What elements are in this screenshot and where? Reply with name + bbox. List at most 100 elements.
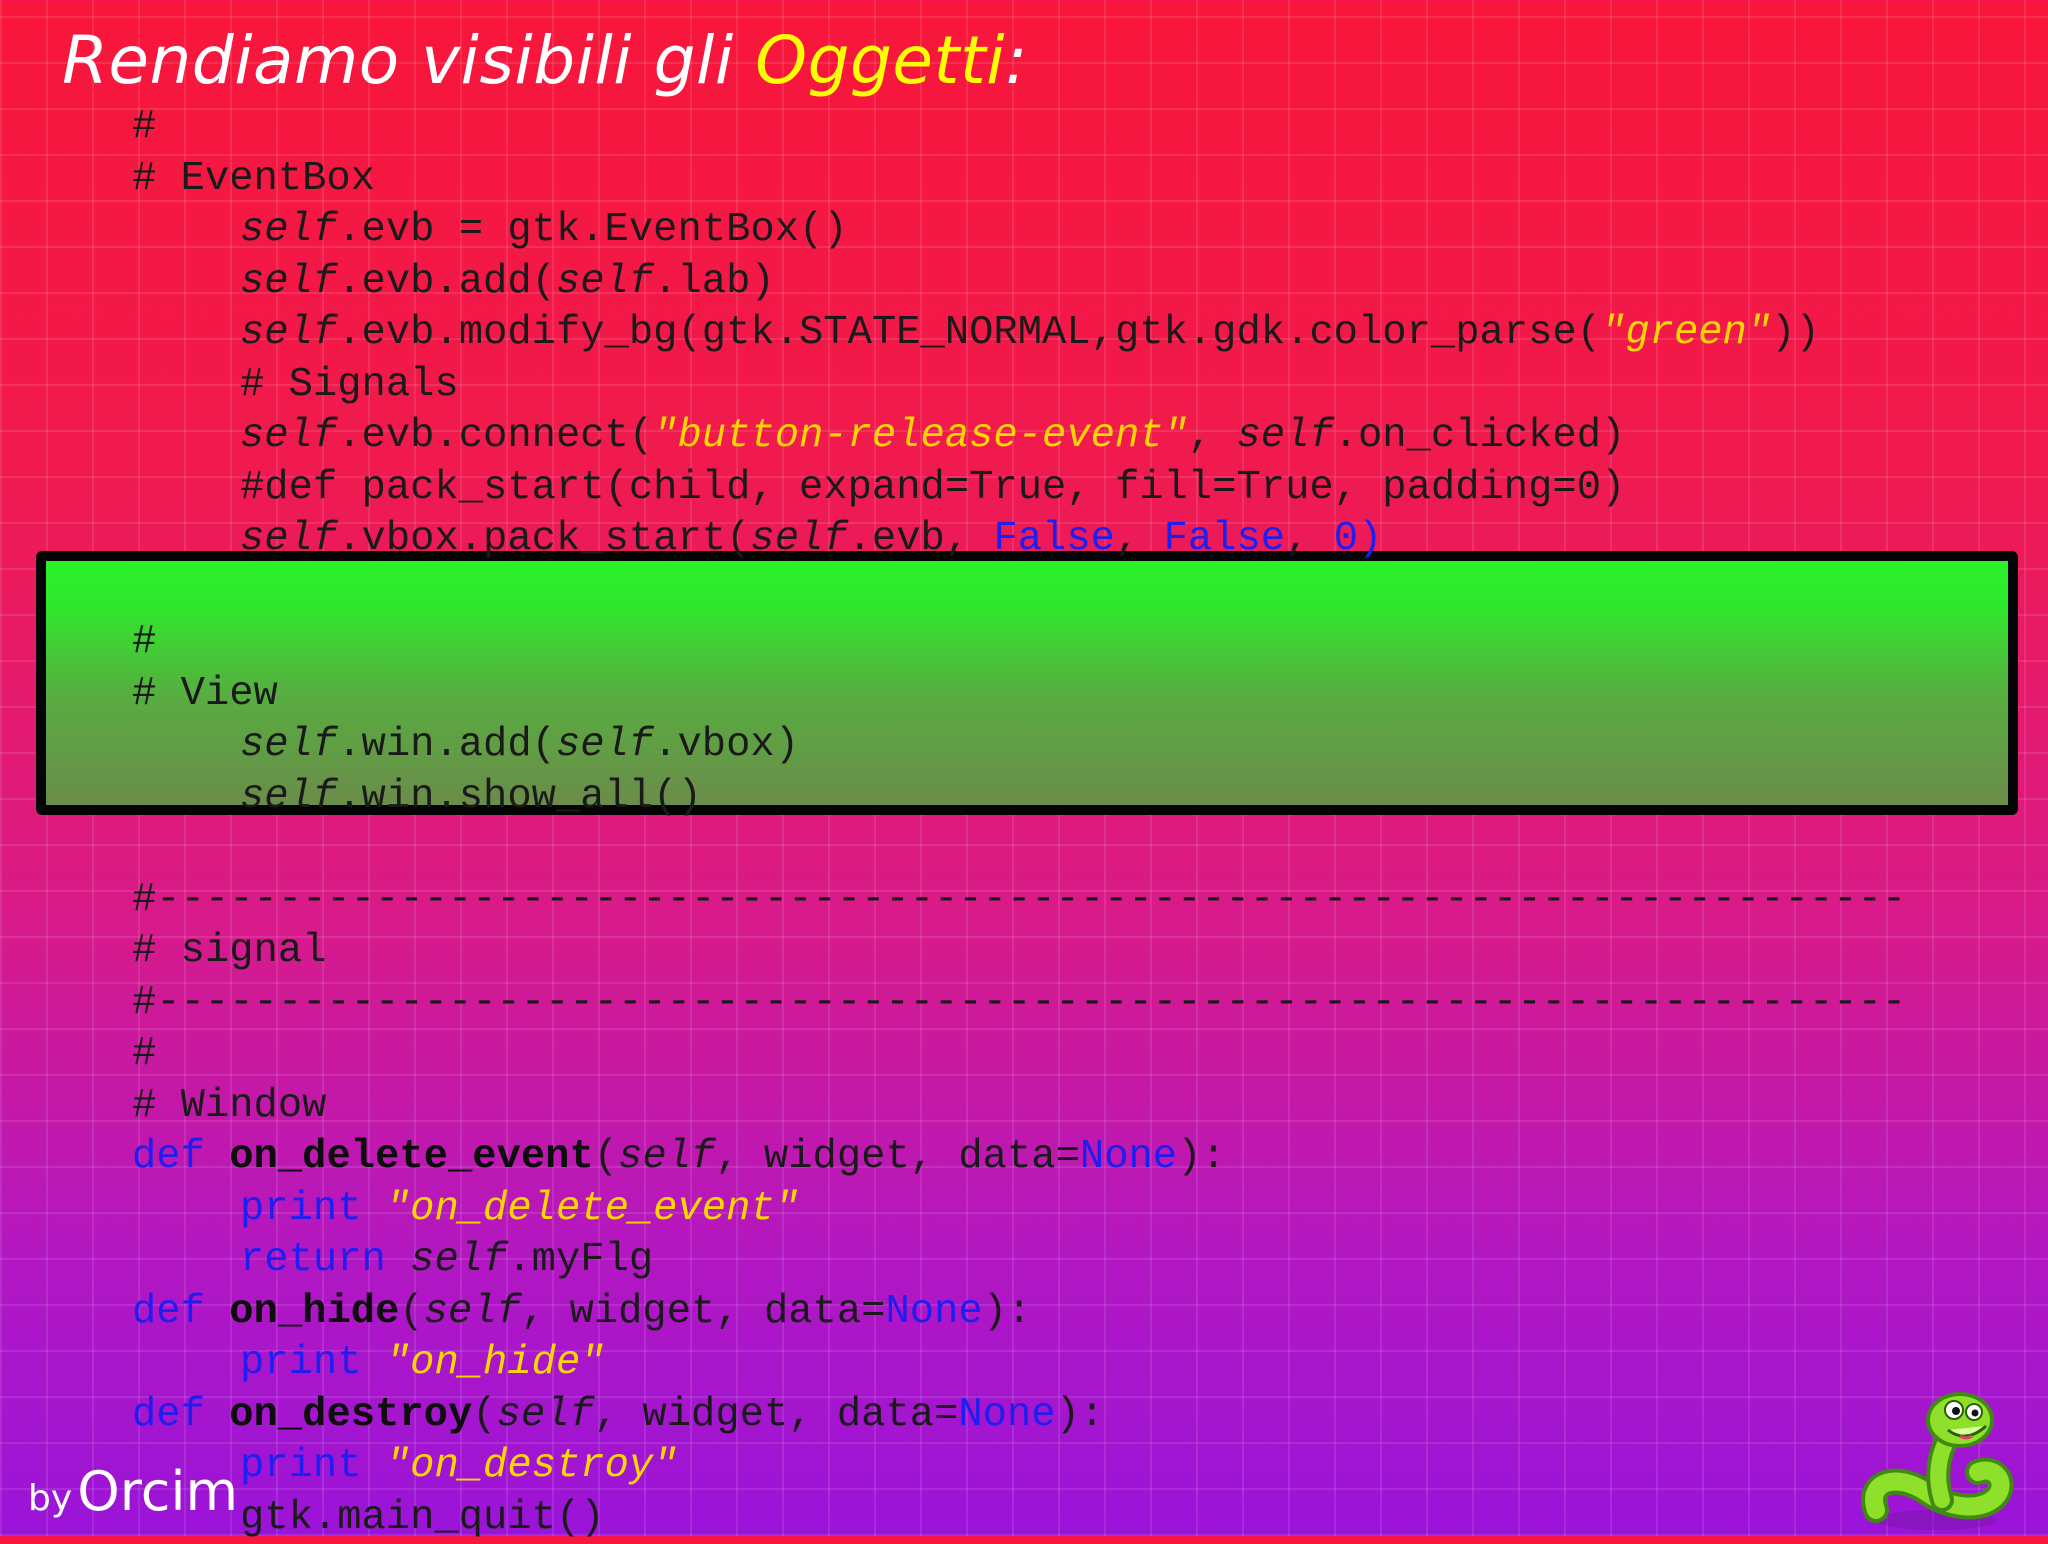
slide-title: Rendiamo visibili gli Oggetti:: [62, 22, 1028, 99]
self-token: self: [556, 259, 653, 305]
code-line-18: #---------------------------------------…: [132, 978, 2022, 1030]
code-text: .vbox): [653, 722, 799, 768]
code-line-3: self.evb = gtk.EventBox(): [132, 205, 2022, 257]
keyword-none: None: [958, 1392, 1055, 1438]
code-line-28: gtk.main_quit(): [132, 1493, 2022, 1544]
code-line-9: self.vbox.pack_start(self.evb, False, Fa…: [132, 514, 2022, 566]
code-text: .on_clicked): [1334, 413, 1626, 459]
code-text: .evb.modify_bg(gtk.STATE_NORMAL,gtk.gdk.…: [337, 310, 1601, 356]
title-main-text: Rendiamo visibili gli: [62, 22, 755, 99]
self-token: self: [497, 1392, 594, 1438]
code-line-14: self.win.show_all(): [132, 772, 2022, 824]
code-text: .vbox.pack_start(: [337, 516, 750, 562]
code-space: [362, 1186, 386, 1232]
keyword-false: False: [993, 516, 1115, 562]
code-text: , widget, data=: [521, 1289, 886, 1335]
keyword-def: def: [132, 1392, 205, 1438]
code-listing: # # EventBox self.evb = gtk.EventBox() s…: [132, 102, 2022, 1544]
code-text: ,: [1285, 516, 1334, 562]
author-name: Orcim: [77, 1460, 238, 1523]
self-token: self: [618, 1134, 715, 1180]
code-text: ,: [1188, 413, 1237, 459]
code-line-8: #def pack_start(child, expand=True, fill…: [132, 463, 2022, 515]
code-line-15-blank: [132, 823, 2022, 875]
self-token: self: [240, 310, 337, 356]
string-literal: "green": [1601, 310, 1771, 356]
code-line-23: return self.myFlg: [132, 1235, 2022, 1287]
code-text: (: [594, 1134, 618, 1180]
code-line-11: #: [132, 617, 2022, 669]
code-text: , widget, data=: [594, 1392, 959, 1438]
function-name: on_hide: [229, 1289, 399, 1335]
code-line-6: # Signals: [132, 360, 2022, 412]
keyword-print: print: [240, 1340, 362, 1386]
code-text: ,: [1115, 516, 1164, 562]
author-by: by: [28, 1478, 72, 1519]
string-literal: "on_hide": [386, 1340, 605, 1386]
code-line-17: # signal: [132, 926, 2022, 978]
code-line-21: def on_delete_event(self, widget, data=N…: [132, 1132, 2022, 1184]
code-text: .evb,: [848, 516, 994, 562]
code-line-26: def on_destroy(self, widget, data=None):: [132, 1390, 2022, 1442]
self-token: self: [240, 413, 337, 459]
self-token: self: [1236, 413, 1333, 459]
code-text: ):: [1056, 1392, 1105, 1438]
self-token: self: [240, 516, 337, 562]
code-line-24: def on_hide(self, widget, data=None):: [132, 1287, 2022, 1339]
number-literal: 0): [1334, 516, 1383, 562]
code-line-4: self.evb.add(self.lab): [132, 257, 2022, 309]
keyword-none: None: [1080, 1134, 1177, 1180]
code-space: [362, 1443, 386, 1489]
code-text: , widget, data=: [715, 1134, 1080, 1180]
code-line-7: self.evb.connect("button-release-event",…: [132, 411, 2022, 463]
keyword-def: def: [132, 1134, 205, 1180]
title-colon: :: [1005, 22, 1028, 99]
code-space: [205, 1392, 229, 1438]
self-token: self: [240, 722, 337, 768]
self-token: self: [556, 722, 653, 768]
keyword-false: False: [1164, 516, 1286, 562]
code-line-25: print "on_hide": [132, 1338, 2022, 1390]
code-line-13: self.win.add(self.vbox): [132, 720, 2022, 772]
code-space: [362, 1340, 386, 1386]
snake-mascot-icon: [1856, 1382, 2016, 1536]
code-text: .evb.connect(: [337, 413, 653, 459]
code-text: .myFlg: [507, 1237, 653, 1283]
code-line-16: #---------------------------------------…: [132, 875, 2022, 927]
code-line-10-blank: [132, 566, 2022, 618]
code-line-27: print "on_destroy": [132, 1441, 2022, 1493]
code-space: [205, 1134, 229, 1180]
code-text: .win.show_all(): [337, 774, 702, 820]
code-line-1: #: [132, 102, 2022, 154]
code-space: [205, 1289, 229, 1335]
self-token: self: [240, 207, 337, 253]
code-text: (: [472, 1392, 496, 1438]
keyword-print: print: [240, 1443, 362, 1489]
code-line-20: # Window: [132, 1081, 2022, 1133]
code-text: (: [399, 1289, 423, 1335]
code-text: .win.add(: [337, 722, 556, 768]
keyword-return: return: [240, 1237, 386, 1283]
code-text: ):: [983, 1289, 1032, 1335]
string-literal: "button-release-event": [653, 413, 1188, 459]
code-line-22: print "on_delete_event": [132, 1184, 2022, 1236]
self-token: self: [424, 1289, 521, 1335]
code-text: ):: [1177, 1134, 1226, 1180]
author-signature: by Orcim: [28, 1460, 238, 1523]
keyword-def: def: [132, 1289, 205, 1335]
function-name: on_destroy: [229, 1392, 472, 1438]
self-token: self: [240, 259, 337, 305]
self-token: self: [410, 1237, 507, 1283]
code-line-19: #: [132, 1029, 2022, 1081]
title-accent-text: Oggetti: [755, 22, 1005, 99]
code-text: .lab): [653, 259, 775, 305]
keyword-print: print: [240, 1186, 362, 1232]
string-literal: "on_delete_event": [386, 1186, 799, 1232]
code-space: [386, 1237, 410, 1283]
code-text: .evb = gtk.EventBox(): [337, 207, 847, 253]
string-literal: "on_destroy": [386, 1443, 678, 1489]
code-text: .evb.add(: [337, 259, 556, 305]
code-line-12: # View: [132, 669, 2022, 721]
self-token: self: [750, 516, 847, 562]
code-text: )): [1771, 310, 1820, 356]
